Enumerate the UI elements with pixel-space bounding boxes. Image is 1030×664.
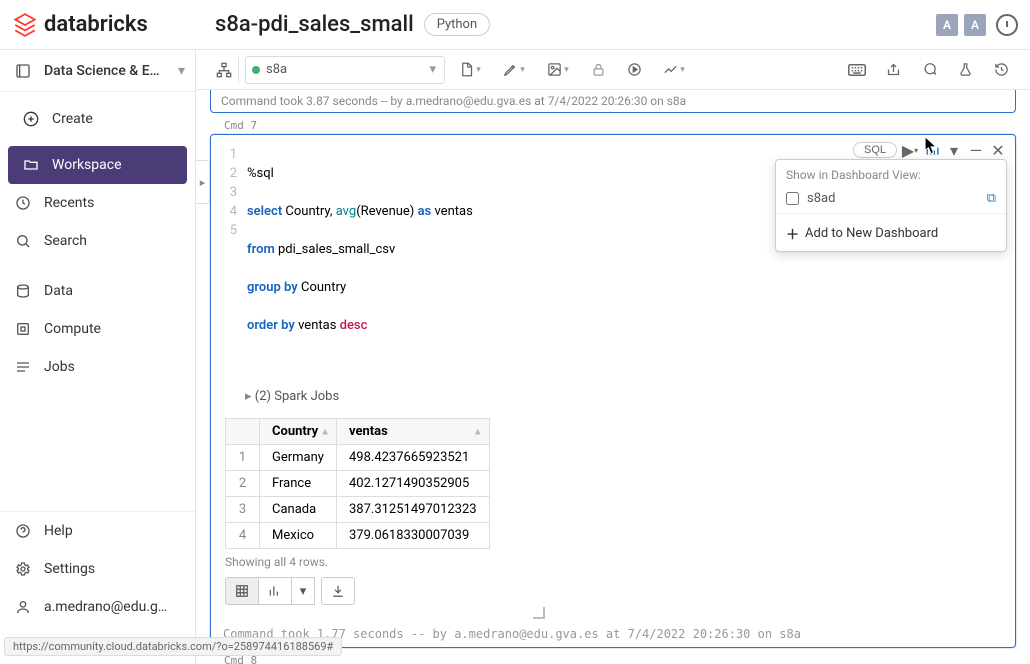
table-view-button[interactable] bbox=[225, 577, 259, 605]
sidebar: Data Science & E… ▾ Create Workspace Rec… bbox=[0, 50, 196, 664]
cluster-name: s8a bbox=[266, 62, 287, 77]
top-header: databricks s8a-pdi_sales_small Python A … bbox=[0, 0, 1030, 50]
plus-icon bbox=[22, 110, 40, 128]
persona-icon bbox=[14, 62, 32, 80]
gear-icon bbox=[14, 560, 32, 578]
sidebar-item-data[interactable]: Data bbox=[0, 272, 195, 310]
notebook-scroller[interactable]: Command took 3.87 seconds -- by a.medran… bbox=[196, 90, 1030, 664]
dashboard-option-checkbox[interactable] bbox=[786, 192, 799, 205]
col-ventas: ventas▲ bbox=[336, 419, 489, 445]
sidebar-item-help[interactable]: Help bbox=[0, 512, 195, 550]
sidebar-item-settings[interactable]: Settings bbox=[0, 550, 195, 588]
cell-menu-chevron-icon[interactable]: ▾ bbox=[945, 141, 963, 159]
folder-icon bbox=[22, 156, 40, 174]
avatar-secondary[interactable]: A bbox=[964, 14, 986, 36]
line-gutter: 12345 bbox=[215, 145, 247, 373]
lock-icon[interactable] bbox=[583, 56, 613, 84]
language-badge[interactable]: Python bbox=[424, 13, 490, 36]
table-row: 3Canada387.31251497012323 bbox=[226, 497, 490, 523]
run-cell-icon[interactable]: ▶▾ bbox=[901, 141, 919, 159]
data-icon bbox=[14, 282, 32, 300]
sidebar-item-compute[interactable]: Compute bbox=[0, 310, 195, 348]
dashboard-option-label: s8ad bbox=[807, 191, 835, 206]
dashboard-icon[interactable] bbox=[923, 141, 941, 159]
user-icon bbox=[14, 598, 32, 616]
sidebar-item-recents[interactable]: Recents bbox=[0, 184, 195, 222]
minimize-cell-icon[interactable]: — bbox=[967, 141, 985, 159]
output-resize-handle[interactable] bbox=[225, 611, 545, 615]
cluster-selector[interactable]: s8a ▾ bbox=[245, 56, 445, 84]
avatar[interactable]: A bbox=[936, 14, 958, 36]
share-icon[interactable] bbox=[878, 56, 908, 84]
jobs-icon bbox=[14, 358, 32, 376]
clear-menu-icon[interactable]: ▾ bbox=[655, 56, 693, 84]
chevron-down-icon: ▾ bbox=[429, 62, 436, 77]
file-menu-icon[interactable]: ▾ bbox=[451, 56, 489, 84]
toolbar: s8a ▾ ▾ ▾ ▾ ▾ bbox=[196, 50, 1030, 90]
sidebar-item-user[interactable]: a.medrano@edu.g… bbox=[0, 588, 195, 626]
expand-sidebar-handle[interactable]: ▸ bbox=[196, 160, 210, 204]
col-country: Country▲ bbox=[260, 419, 337, 445]
external-link-icon[interactable]: ⧉ bbox=[987, 191, 996, 206]
search-icon bbox=[14, 232, 32, 250]
comments-icon[interactable] bbox=[914, 56, 944, 84]
run-all-icon[interactable] bbox=[619, 56, 649, 84]
prev-cell-footer: Command took 3.87 seconds -- by a.medran… bbox=[210, 90, 1016, 113]
status-bar-url: https://community.cloud.databricks.com/?… bbox=[4, 637, 342, 656]
revision-icon[interactable] bbox=[986, 56, 1016, 84]
close-cell-icon[interactable]: ✕ bbox=[989, 141, 1007, 159]
sidebar-item-jobs[interactable]: Jobs bbox=[0, 348, 195, 386]
persona-switcher[interactable]: Data Science & E… ▾ bbox=[0, 50, 195, 92]
notebook-title[interactable]: s8a-pdi_sales_small bbox=[215, 12, 414, 37]
cell-output: (2) Spark Jobs Country▲ ventas▲ 1Germany… bbox=[211, 383, 1015, 623]
result-table[interactable]: Country▲ ventas▲ 1Germany498.42376659235… bbox=[225, 418, 490, 549]
dashboard-popover-header: Show in Dashboard View: bbox=[776, 160, 1006, 186]
cell-language-badge[interactable]: SQL bbox=[853, 142, 897, 158]
table-row: 2France402.1271490352905 bbox=[226, 471, 490, 497]
cell-cmd7[interactable]: SQL ▶▾ ▾ — ✕ Show in Dashboard View: s8a… bbox=[210, 134, 1016, 648]
hierarchy-icon[interactable] bbox=[210, 57, 239, 83]
edit-menu-icon[interactable]: ▾ bbox=[495, 56, 533, 84]
add-to-new-dashboard[interactable]: ＋ Add to New Dashboard bbox=[776, 216, 1006, 251]
clock-icon bbox=[14, 194, 32, 212]
cmd7-label: Cmd 7 bbox=[210, 117, 1016, 134]
experiments-icon[interactable] bbox=[950, 56, 980, 84]
create-button[interactable]: Create bbox=[8, 100, 187, 138]
chart-view-button[interactable] bbox=[258, 577, 292, 605]
brand-logo[interactable]: databricks bbox=[12, 0, 197, 50]
compute-icon bbox=[14, 320, 32, 338]
dashboard-option[interactable]: s8ad ⧉ bbox=[776, 186, 1006, 211]
download-button[interactable] bbox=[321, 577, 355, 605]
plus-icon: ＋ bbox=[786, 224, 799, 243]
keyboard-icon[interactable] bbox=[842, 56, 872, 84]
cluster-status-dot bbox=[252, 66, 260, 74]
sidebar-item-workspace[interactable]: Workspace bbox=[8, 146, 187, 184]
main: s8a ▾ ▾ ▾ ▾ ▾ ▸ Command took 3.87 second… bbox=[196, 50, 1030, 664]
chart-view-caret[interactable]: ▾ bbox=[291, 577, 315, 605]
table-row: 1Germany498.4237665923521 bbox=[226, 445, 490, 471]
rows-note: Showing all 4 rows. bbox=[225, 555, 1001, 569]
sidebar-item-search[interactable]: Search bbox=[0, 222, 195, 260]
revision-history-icon[interactable] bbox=[996, 14, 1018, 36]
image-menu-icon[interactable]: ▾ bbox=[539, 56, 577, 84]
help-icon bbox=[14, 522, 32, 540]
dashboard-popover: Show in Dashboard View: s8ad ⧉ ＋ Add to … bbox=[775, 159, 1007, 252]
sort-icon[interactable]: ▲ bbox=[320, 426, 330, 437]
spark-jobs-toggle[interactable]: (2) Spark Jobs bbox=[225, 383, 1001, 414]
sort-icon[interactable]: ▲ bbox=[473, 426, 483, 437]
table-row: 4Mexico379.0618330007039 bbox=[226, 523, 490, 549]
